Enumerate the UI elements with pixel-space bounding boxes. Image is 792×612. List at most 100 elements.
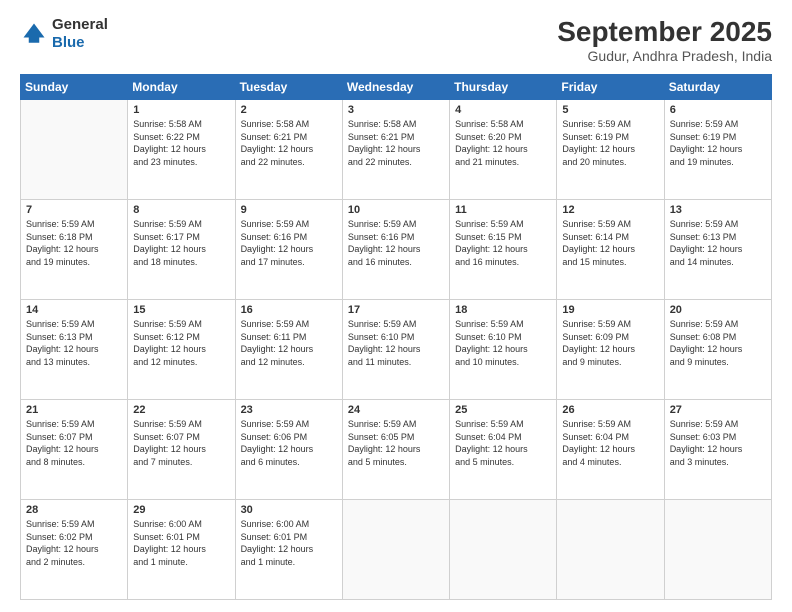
calendar-cell: 17 Sunrise: 5:59 AM Sunset: 6:10 PM Dayli…: [342, 300, 449, 400]
day-number: 2: [241, 104, 337, 116]
day-info: Sunrise: 5:59 AM Sunset: 6:11 PM Dayligh…: [241, 318, 337, 368]
day-info: Sunrise: 5:59 AM Sunset: 6:12 PM Dayligh…: [133, 318, 229, 368]
calendar-cell: 29 Sunrise: 6:00 AM Sunset: 6:01 PM Dayli…: [128, 500, 235, 600]
calendar-cell: [21, 100, 128, 200]
calendar-cell: 27Sunrise: 5:59 AM Sunset: 6:03 PM Dayli…: [664, 400, 771, 500]
header-tuesday: Tuesday: [235, 75, 342, 100]
day-number: 14: [26, 304, 122, 316]
day-number: 13: [670, 204, 766, 216]
calendar-cell: 12 Sunrise: 5:59 AM Sunset: 6:14 PM Dayli…: [557, 200, 664, 300]
day-number: 9: [241, 204, 337, 216]
day-info: Sunrise: 5:59 AM Sunset: 6:15 PM Dayligh…: [455, 218, 551, 268]
calendar-cell: 24Sunrise: 5:59 AM Sunset: 6:05 PM Dayli…: [342, 400, 449, 500]
calendar-cell: 11 Sunrise: 5:59 AM Sunset: 6:15 PM Dayli…: [450, 200, 557, 300]
day-info: Sunrise: 5:59 AM Sunset: 6:07 PM Dayligh…: [133, 418, 229, 468]
header-monday: Monday: [128, 75, 235, 100]
calendar-cell: 30 Sunrise: 6:00 AM Sunset: 6:01 PM Dayli…: [235, 500, 342, 600]
calendar-cell: 10 Sunrise: 5:59 AM Sunset: 6:16 PM Dayli…: [342, 200, 449, 300]
day-number: 18: [455, 304, 551, 316]
day-info: Sunrise: 6:00 AM Sunset: 6:01 PM Dayligh…: [133, 518, 229, 568]
header-thursday: Thursday: [450, 75, 557, 100]
day-info: Sunrise: 5:59 AM Sunset: 6:19 PM Dayligh…: [670, 118, 766, 168]
day-info: Sunrise: 6:00 AM Sunset: 6:01 PM Dayligh…: [241, 518, 337, 568]
day-number: 25: [455, 404, 551, 416]
day-number: 5: [562, 104, 658, 116]
calendar-cell: 28 Sunrise: 5:59 AM Sunset: 6:02 PM Dayli…: [21, 500, 128, 600]
day-info: Sunrise: 5:59 AM Sunset: 6:04 PM Dayligh…: [562, 418, 658, 468]
logo-icon: [20, 20, 48, 48]
day-info: Sunrise: 5:59 AM Sunset: 6:04 PM Dayligh…: [455, 418, 551, 468]
calendar-cell: 2 Sunrise: 5:58 AM Sunset: 6:21 PM Daylig…: [235, 100, 342, 200]
day-info: Sunrise: 5:58 AM Sunset: 6:20 PM Dayligh…: [455, 118, 551, 168]
day-info: Sunrise: 5:59 AM Sunset: 6:14 PM Dayligh…: [562, 218, 658, 268]
day-number: 15: [133, 304, 229, 316]
day-number: 22: [133, 404, 229, 416]
calendar-cell: 21Sunrise: 5:59 AM Sunset: 6:07 PM Dayli…: [21, 400, 128, 500]
logo-blue: Blue: [52, 34, 85, 51]
calendar-cell: 6Sunrise: 5:59 AM Sunset: 6:19 PM Daylig…: [664, 100, 771, 200]
calendar-cell: 15 Sunrise: 5:59 AM Sunset: 6:12 PM Dayli…: [128, 300, 235, 400]
day-info: Sunrise: 5:58 AM Sunset: 6:21 PM Dayligh…: [241, 118, 337, 168]
header-friday: Friday: [557, 75, 664, 100]
calendar-cell: 20 Sunrise: 5:59 AM Sunset: 6:08 PM Dayli…: [664, 300, 771, 400]
day-number: 29: [133, 504, 229, 516]
day-info: Sunrise: 5:58 AM Sunset: 6:22 PM Dayligh…: [133, 118, 229, 168]
calendar-cell: 19 Sunrise: 5:59 AM Sunset: 6:09 PM Dayli…: [557, 300, 664, 400]
day-number: 7: [26, 204, 122, 216]
calendar-cell: 16 Sunrise: 5:59 AM Sunset: 6:11 PM Dayli…: [235, 300, 342, 400]
calendar-week-1: 1 Sunrise: 5:58 AM Sunset: 6:22 PM Daylig…: [21, 100, 772, 200]
calendar-cell: 3 Sunrise: 5:58 AM Sunset: 6:21 PM Daylig…: [342, 100, 449, 200]
page: General Blue September 2025 Gudur, Andhr…: [0, 0, 792, 612]
calendar-cell: 14 Sunrise: 5:59 AM Sunset: 6:13 PM Dayli…: [21, 300, 128, 400]
calendar-cell: [557, 500, 664, 600]
calendar-cell: 18Sunrise: 5:59 AM Sunset: 6:10 PM Dayli…: [450, 300, 557, 400]
calendar-cell: 5 Sunrise: 5:59 AM Sunset: 6:19 PM Daylig…: [557, 100, 664, 200]
calendar-cell: [450, 500, 557, 600]
calendar-cell: 1 Sunrise: 5:58 AM Sunset: 6:22 PM Daylig…: [128, 100, 235, 200]
day-number: 17: [348, 304, 444, 316]
header-saturday: Saturday: [664, 75, 771, 100]
day-info: Sunrise: 5:59 AM Sunset: 6:13 PM Dayligh…: [670, 218, 766, 268]
day-info: Sunrise: 5:59 AM Sunset: 6:16 PM Dayligh…: [348, 218, 444, 268]
day-number: 16: [241, 304, 337, 316]
title-block: September 2025 Gudur, Andhra Pradesh, In…: [557, 16, 772, 64]
logo: General Blue: [20, 16, 108, 52]
calendar-week-3: 14 Sunrise: 5:59 AM Sunset: 6:13 PM Dayli…: [21, 300, 772, 400]
day-info: Sunrise: 5:59 AM Sunset: 6:07 PM Dayligh…: [26, 418, 122, 468]
day-number: 28: [26, 504, 122, 516]
day-info: Sunrise: 5:59 AM Sunset: 6:16 PM Dayligh…: [241, 218, 337, 268]
weekday-header-row: Sunday Monday Tuesday Wednesday Thursday…: [21, 75, 772, 100]
day-info: Sunrise: 5:59 AM Sunset: 6:03 PM Dayligh…: [670, 418, 766, 468]
day-number: 23: [241, 404, 337, 416]
calendar-week-4: 21Sunrise: 5:59 AM Sunset: 6:07 PM Dayli…: [21, 400, 772, 500]
calendar-cell: [664, 500, 771, 600]
day-info: Sunrise: 5:59 AM Sunset: 6:13 PM Dayligh…: [26, 318, 122, 368]
day-number: 10: [348, 204, 444, 216]
header: General Blue September 2025 Gudur, Andhr…: [20, 16, 772, 64]
day-info: Sunrise: 5:59 AM Sunset: 6:08 PM Dayligh…: [670, 318, 766, 368]
month-title: September 2025: [557, 16, 772, 48]
day-info: Sunrise: 5:59 AM Sunset: 6:02 PM Dayligh…: [26, 518, 122, 568]
header-sunday: Sunday: [21, 75, 128, 100]
day-number: 12: [562, 204, 658, 216]
header-wednesday: Wednesday: [342, 75, 449, 100]
day-number: 30: [241, 504, 337, 516]
day-number: 11: [455, 204, 551, 216]
day-number: 19: [562, 304, 658, 316]
logo-text: General Blue: [52, 16, 108, 52]
calendar-cell: 13 Sunrise: 5:59 AM Sunset: 6:13 PM Dayli…: [664, 200, 771, 300]
day-number: 3: [348, 104, 444, 116]
day-number: 20: [670, 304, 766, 316]
day-number: 1: [133, 104, 229, 116]
day-info: Sunrise: 5:59 AM Sunset: 6:09 PM Dayligh…: [562, 318, 658, 368]
day-number: 26: [562, 404, 658, 416]
day-info: Sunrise: 5:59 AM Sunset: 6:06 PM Dayligh…: [241, 418, 337, 468]
calendar-cell: 8Sunrise: 5:59 AM Sunset: 6:17 PM Daylig…: [128, 200, 235, 300]
day-info: Sunrise: 5:58 AM Sunset: 6:21 PM Dayligh…: [348, 118, 444, 168]
day-info: Sunrise: 5:59 AM Sunset: 6:18 PM Dayligh…: [26, 218, 122, 268]
day-info: Sunrise: 5:59 AM Sunset: 6:19 PM Dayligh…: [562, 118, 658, 168]
day-number: 4: [455, 104, 551, 116]
day-number: 8: [133, 204, 229, 216]
day-info: Sunrise: 5:59 AM Sunset: 6:10 PM Dayligh…: [348, 318, 444, 368]
logo-general: General: [52, 16, 108, 33]
